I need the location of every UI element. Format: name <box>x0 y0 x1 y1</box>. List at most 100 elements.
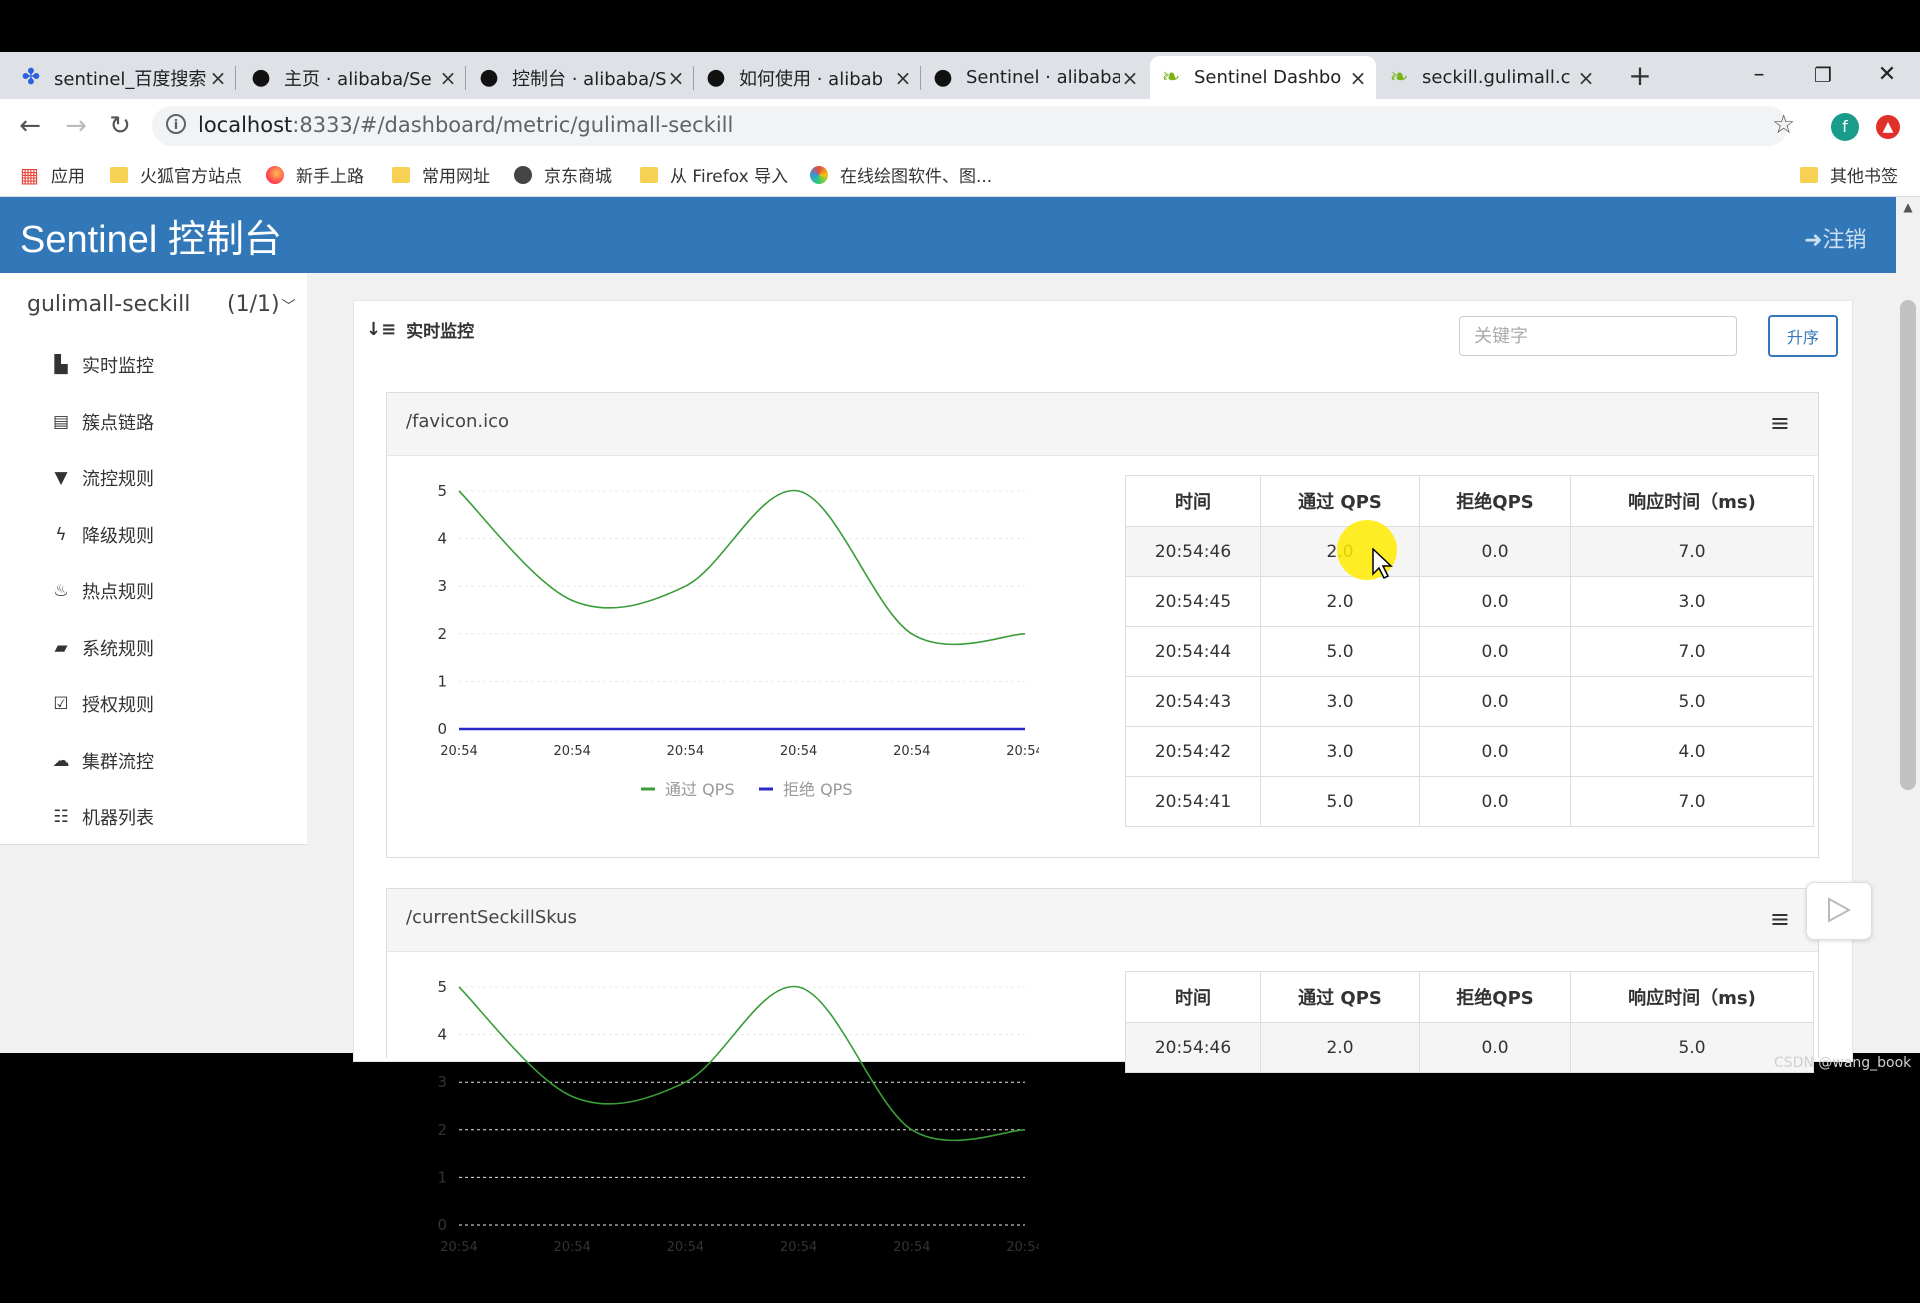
table-row: 20:54:43 3.0 0.0 5.0 <box>1125 676 1814 727</box>
app-name[interactable]: gulimall-seckill <box>27 292 190 317</box>
resource-card-header: /currentSeckillSkus ≡ <box>387 889 1818 952</box>
table-row: 20:54:41 5.0 0.0 7.0 <box>1125 776 1814 827</box>
close-tab-icon[interactable]: × <box>1348 66 1368 90</box>
table-cell: 2.0 <box>1260 1022 1420 1073</box>
bookmark-label: 应用 <box>50 167 85 187</box>
bookmark-label: 在线绘图软件、图... <box>840 167 993 187</box>
close-tab-icon[interactable]: × <box>1576 66 1596 90</box>
y-tick-label: 4 <box>437 1026 447 1044</box>
sidebar-item[interactable]: ▤ 簇点链路 <box>50 409 154 435</box>
sidebar-item[interactable]: ϟ 降级规则 <box>50 522 154 548</box>
bookmark-star-icon[interactable]: ☆ <box>1772 110 1795 140</box>
close-tab-icon[interactable]: × <box>666 66 686 90</box>
close-tab-icon[interactable]: × <box>208 66 228 90</box>
back-button[interactable]: ← <box>10 106 50 146</box>
legend-label[interactable]: 拒绝 QPS <box>783 780 853 799</box>
table-header-row: 时间 通过 QPS 拒绝QPS 响应时间（ms) <box>1125 971 1814 1023</box>
sidebar-item[interactable]: ▙ 实时监控 <box>50 352 154 378</box>
browser-tab[interactable]: ● 主页 · alibaba/Se × <box>240 56 466 99</box>
bookmark-item[interactable]: 在线绘图软件、图... <box>810 162 992 187</box>
bookmark-item[interactable]: ▦ 应用 <box>20 162 85 188</box>
table-row: 20:54:44 5.0 0.0 7.0 <box>1125 626 1814 677</box>
scroll-up-icon[interactable]: ▲ <box>1898 200 1918 220</box>
keyword-search-input[interactable] <box>1459 316 1737 356</box>
filter-icon: ▼ <box>54 468 68 488</box>
table-cell: 20:54:46 <box>1125 1022 1261 1073</box>
close-tab-icon[interactable]: × <box>893 66 913 90</box>
close-tab-icon[interactable]: × <box>1120 66 1140 90</box>
spring-leaf-icon: ❧ <box>1161 65 1181 90</box>
bookmark-item[interactable]: 常用网址 <box>392 162 490 187</box>
browser-tab[interactable]: ❧ seckill.gulimall.c × <box>1378 56 1604 99</box>
app-count[interactable]: (1/1) ﹀ <box>227 292 296 317</box>
x-tick-label: 20:54 <box>1006 1240 1039 1255</box>
y-tick-label: 0 <box>437 720 447 738</box>
table-row: 20:54:462.00.07.0 <box>1125 526 1814 577</box>
column-header: 时间 <box>1125 475 1261 527</box>
menu-bars-icon[interactable]: ≡ <box>1770 411 1790 435</box>
table-cell: 3.0 <box>1260 726 1420 777</box>
resource-card-header: /favicon.ico ≡ <box>387 393 1818 456</box>
legend-label[interactable]: 通过 QPS <box>665 780 735 799</box>
tab-title: 如何使用 · alibab <box>739 68 884 90</box>
reload-icon: ↻ <box>109 111 131 141</box>
bookmark-item[interactable]: 新手上路 <box>266 162 364 187</box>
sidebar-item[interactable]: ☷ 机器列表 <box>50 804 154 830</box>
apps-grid-icon: ▦ <box>20 162 39 187</box>
globe-icon <box>514 165 532 184</box>
resource-name: /favicon.ico <box>406 411 510 432</box>
list-icon: ▤ <box>52 411 70 432</box>
table-cell: 0.0 <box>1419 676 1571 727</box>
x-tick-label: 20:54 <box>780 744 817 759</box>
browser-tab[interactable]: ● Sentinel · alibaba × <box>922 56 1148 99</box>
restore-button[interactable]: ❐ <box>1792 52 1854 98</box>
bookmark-item[interactable]: 火狐官方站点 <box>110 162 242 187</box>
sidebar-item[interactable]: ☁ 集群流控 <box>50 748 155 774</box>
logout-link[interactable]: ➜注销 <box>1804 222 1866 254</box>
close-window-button[interactable]: ✕ <box>1856 52 1918 98</box>
new-tab-button[interactable]: + <box>1620 56 1660 96</box>
sort-ascending-button[interactable]: 升序 <box>1768 315 1838 357</box>
sidebar-item[interactable]: ♨ 热点规则 <box>50 578 154 604</box>
firefox-icon <box>266 165 284 184</box>
bookmark-item[interactable]: 京东商城 <box>514 162 612 187</box>
arrow-left-icon: ← <box>19 111 41 141</box>
sidebar-item[interactable]: ▼ 流控规则 <box>50 465 154 491</box>
sidebar-item[interactable]: ☑ 授权规则 <box>50 691 154 717</box>
x-tick-label: 20:54 <box>440 744 477 759</box>
x-tick-label: 20:54 <box>893 744 930 759</box>
other-bookmarks[interactable]: 其他书签 <box>1800 162 1898 187</box>
browser-tab[interactable]: ● 如何使用 · alibab × <box>695 56 921 99</box>
bookmark-label: 常用网址 <box>422 167 490 187</box>
y-tick-label: 4 <box>437 530 447 548</box>
table-cell: 20:54:46 <box>1125 526 1261 577</box>
panel-title: ↓≡ 实时监控 <box>366 317 474 342</box>
browser-tab[interactable]: ● 控制台 · alibaba/S × <box>468 56 694 99</box>
floating-play-button[interactable] <box>1806 882 1872 940</box>
profile-avatar[interactable]: f <box>1831 113 1859 141</box>
extension-icon[interactable]: ▲ <box>1876 115 1900 139</box>
close-tab-icon[interactable]: × <box>438 66 458 90</box>
resource-card: /currentSeckillSkus ≡ 0 1 2 3 4 5 20:54 20:54 20:5… <box>386 888 1819 1255</box>
column-header: 通过 QPS <box>1260 475 1420 527</box>
folder-icon <box>110 166 128 183</box>
reload-button[interactable]: ↻ <box>100 106 140 146</box>
table-cell: 5.0 <box>1260 776 1420 827</box>
spring-leaf-icon: ❧ <box>1389 65 1409 90</box>
table-cell: 3.0 <box>1570 576 1814 627</box>
sidebar-item[interactable]: ▰ 系统规则 <box>50 635 154 661</box>
bookmark-label: 从 Firefox 导入 <box>670 167 789 187</box>
minimize-button[interactable]: – <box>1728 52 1790 98</box>
series-line <box>458 489 1026 646</box>
info-icon[interactable]: i <box>166 114 186 134</box>
table-cell: 20:54:44 <box>1125 626 1261 677</box>
scrollbar-thumb[interactable] <box>1900 300 1916 790</box>
browser-tab[interactable]: ❧ Sentinel Dashbo × <box>1150 56 1376 99</box>
url-text[interactable]: localhost:8333/#/dashboard/metric/gulima… <box>198 113 733 137</box>
forward-button[interactable]: → <box>56 106 96 146</box>
column-header: 拒绝QPS <box>1419 475 1571 527</box>
browser-tab[interactable]: ✤ sentinel_百度搜索 × <box>10 56 236 99</box>
bookmark-item[interactable]: 从 Firefox 导入 <box>640 162 788 187</box>
table-cell: 20:54:41 <box>1125 776 1261 827</box>
menu-bars-icon[interactable]: ≡ <box>1770 907 1790 931</box>
